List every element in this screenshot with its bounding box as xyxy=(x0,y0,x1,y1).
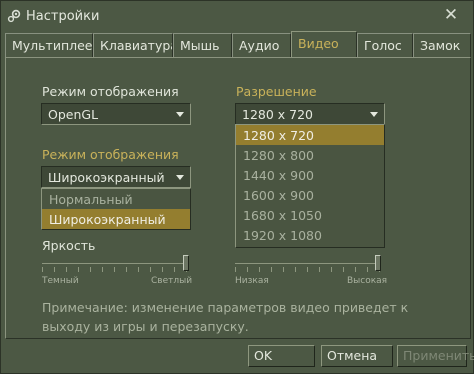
slider-tick xyxy=(247,267,248,272)
aspect-option-widescreen[interactable]: Широкоэкранный xyxy=(42,209,190,229)
resolution-option[interactable]: 1440 x 900 xyxy=(236,165,384,185)
tab-lock[interactable]: Замок xyxy=(413,33,471,57)
slider-tick xyxy=(283,267,284,272)
resolution-value: 1280 x 720 xyxy=(242,107,314,122)
resolution-option[interactable]: 1600 x 900 xyxy=(236,185,384,205)
cancel-button[interactable]: Отмена xyxy=(321,345,393,367)
slider-tick xyxy=(367,267,368,272)
close-icon[interactable]: ✕ xyxy=(441,5,461,25)
resolution-select[interactable]: 1280 x 720 xyxy=(235,103,385,125)
title-bar[interactable]: Настройки ✕ xyxy=(1,1,473,31)
slider-tick xyxy=(126,267,127,272)
chevron-down-icon xyxy=(370,112,378,117)
restart-note: Примечание: изменение параметров видео п… xyxy=(42,300,409,334)
slider-tick xyxy=(319,267,320,272)
slider-tick xyxy=(42,267,43,272)
display-mode-value: OpenGL xyxy=(48,107,99,122)
brightness-max-label: Светлый xyxy=(151,276,193,286)
slider-tick xyxy=(355,267,356,272)
quality-slider-track[interactable] xyxy=(235,263,381,264)
tab-multiplayer[interactable]: Мультиплеер xyxy=(5,33,93,57)
slider-tick xyxy=(138,267,139,272)
slider-tick xyxy=(343,267,344,272)
brightness-min-label: Темный xyxy=(42,276,79,286)
slider-tick xyxy=(331,267,332,272)
steam-logo-icon xyxy=(7,9,21,23)
slider-tick xyxy=(235,267,236,272)
aspect-mode-label: Режим отображения xyxy=(42,147,179,162)
resolution-option[interactable]: 1680 x 1050 xyxy=(236,205,384,225)
display-mode-label: Режим отображения xyxy=(42,84,179,99)
brightness-label: Яркость xyxy=(42,238,96,253)
resolution-option[interactable]: 1920 x 1080 xyxy=(236,225,384,245)
slider-tick xyxy=(54,267,55,272)
slider-tick xyxy=(295,267,296,272)
tab-video[interactable]: Видео xyxy=(291,31,357,58)
slider-tick xyxy=(259,267,260,272)
slider-tick xyxy=(174,267,175,272)
chevron-down-icon xyxy=(176,112,184,117)
chevron-down-icon xyxy=(176,175,184,180)
tab-keyboard[interactable]: Клавиатура xyxy=(93,33,173,57)
tab-voice[interactable]: Голос xyxy=(357,33,413,57)
quality-slider-thumb[interactable] xyxy=(375,255,381,271)
aspect-option-normal[interactable]: Нормальный xyxy=(42,189,190,209)
slider-tick xyxy=(150,267,151,272)
quality-min-label: Низкая xyxy=(235,276,269,286)
ok-button[interactable]: OK xyxy=(248,345,315,367)
slider-tick xyxy=(162,267,163,272)
brightness-slider-track[interactable] xyxy=(42,263,188,264)
slider-tick xyxy=(114,267,115,272)
slider-tick xyxy=(78,267,79,272)
tab-audio[interactable]: Аудио xyxy=(232,33,291,57)
slider-tick xyxy=(307,267,308,272)
aspect-mode-dropdown: Нормальный Широкоэкранный xyxy=(41,188,191,230)
slider-tick xyxy=(271,267,272,272)
display-mode-select[interactable]: OpenGL xyxy=(41,103,191,125)
resolution-dropdown: 1280 x 720 1280 x 800 1440 x 900 1600 x … xyxy=(235,124,385,248)
quality-max-label: Высокая xyxy=(347,276,388,286)
resolution-option[interactable]: 1280 x 720 xyxy=(236,125,384,145)
aspect-mode-value: Широкоэкранный xyxy=(48,170,165,185)
resolution-option[interactable]: 1280 x 800 xyxy=(236,145,384,165)
resolution-label: Разрешение xyxy=(236,84,317,99)
window-title: Настройки xyxy=(26,9,100,24)
tab-mouse[interactable]: Мышь xyxy=(173,33,232,57)
brightness-slider-thumb[interactable] xyxy=(183,255,189,271)
aspect-mode-select[interactable]: Широкоэкранный xyxy=(41,166,191,188)
apply-button[interactable]: Применить xyxy=(397,345,474,367)
slider-tick xyxy=(66,267,67,272)
slider-tick xyxy=(90,267,91,272)
slider-tick xyxy=(102,267,103,272)
settings-window: Настройки ✕ Мультиплеер Клавиатура Мышь … xyxy=(0,0,474,374)
tab-bar: Мультиплеер Клавиатура Мышь Аудио Видео … xyxy=(5,31,471,58)
